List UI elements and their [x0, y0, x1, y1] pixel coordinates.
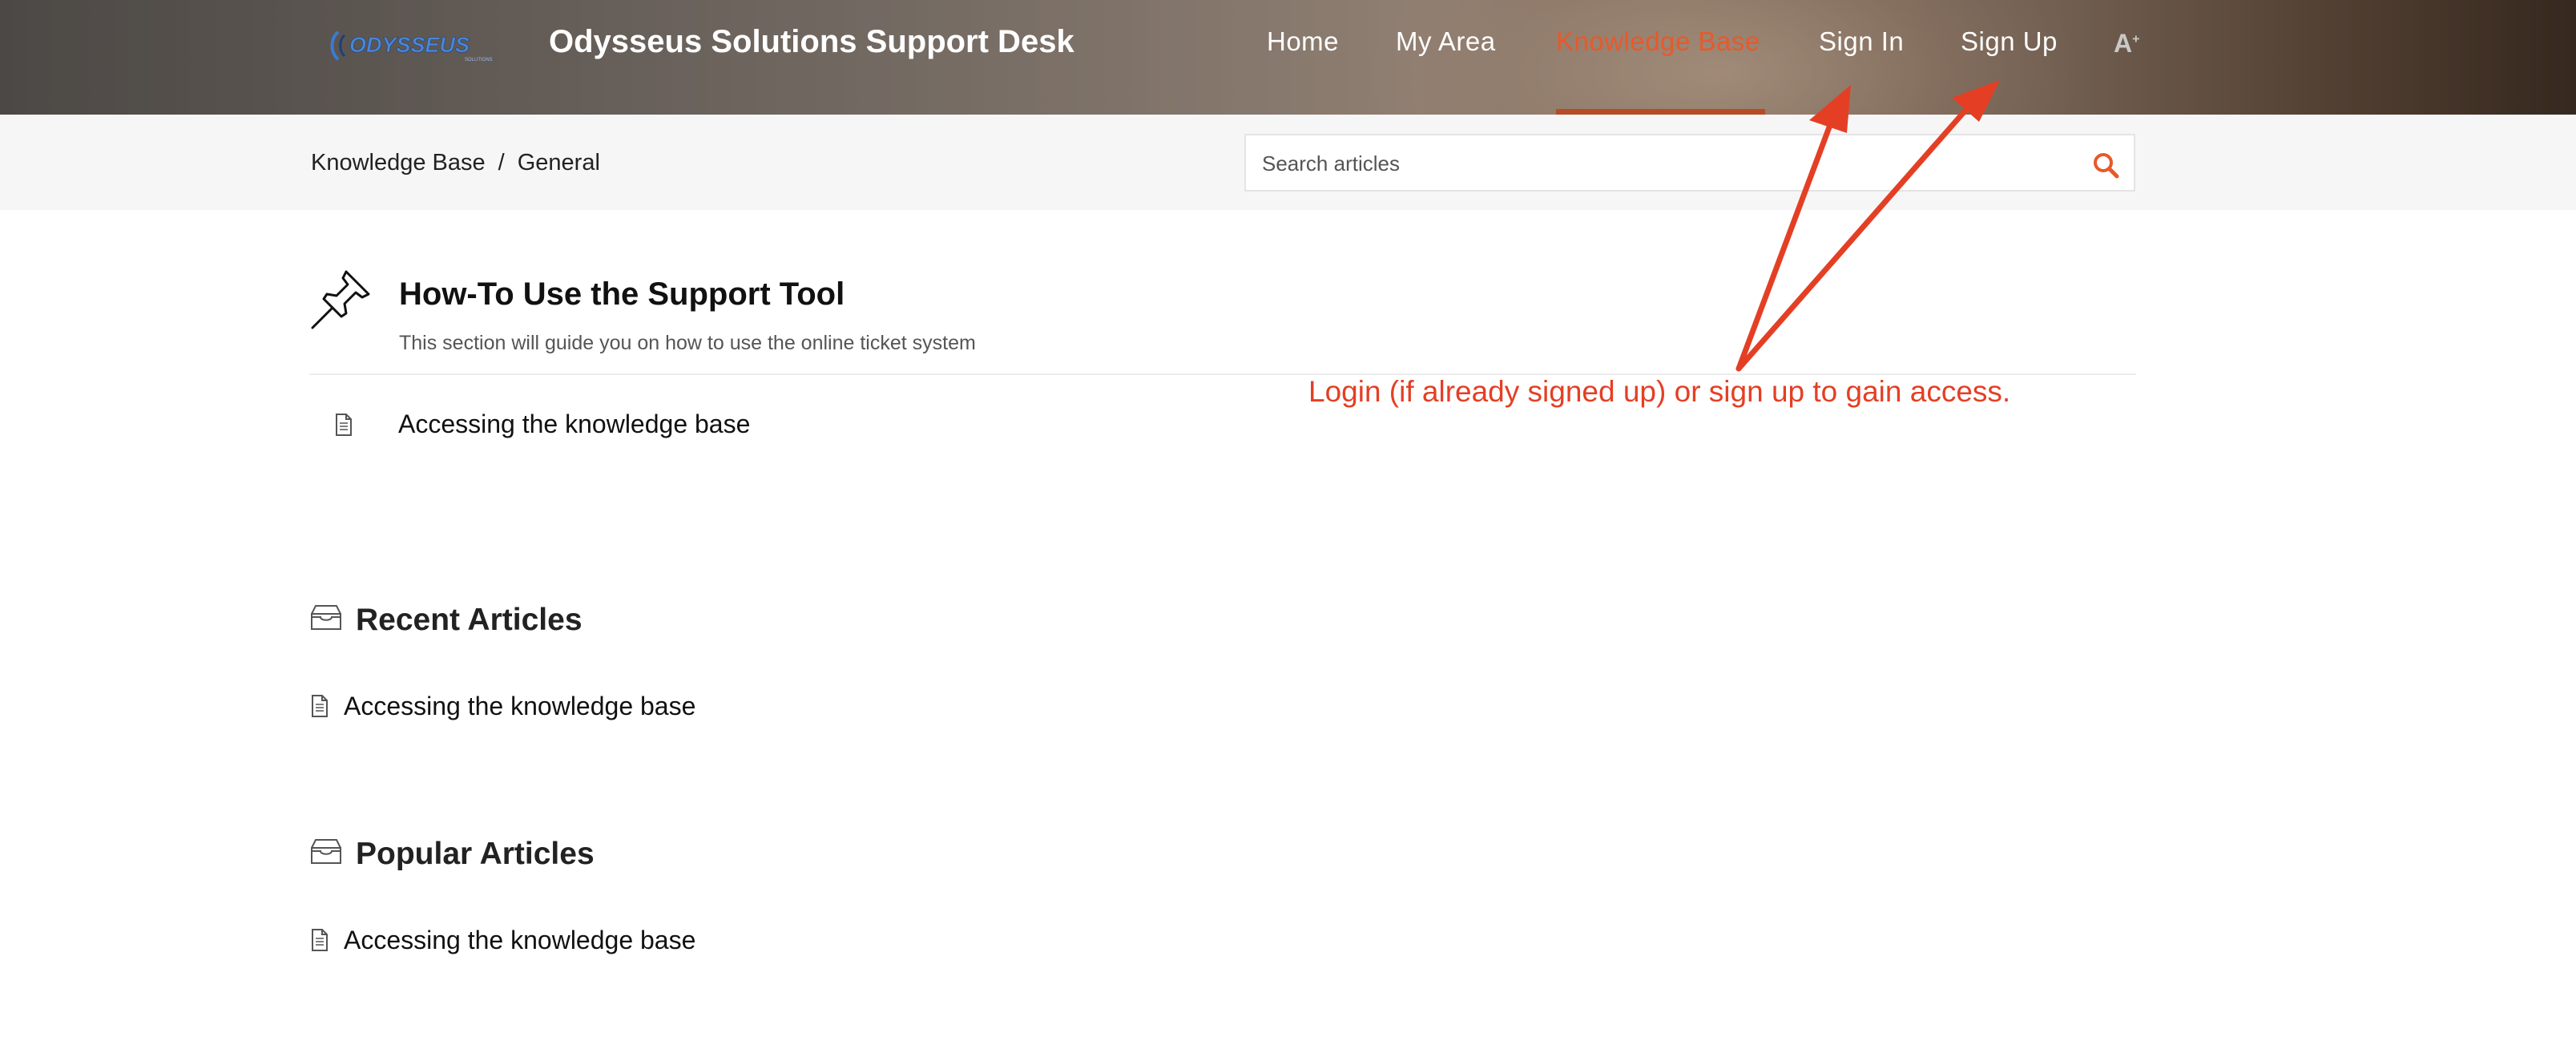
sub-header-bar: Knowledge Base / General: [0, 115, 2576, 210]
breadcrumb-knowledge-base[interactable]: Knowledge Base: [311, 150, 486, 176]
recent-article-link[interactable]: Accessing the knowledge base: [344, 692, 695, 721]
document-icon: [312, 929, 328, 951]
nav-my-area[interactable]: My Area: [1396, 26, 1496, 57]
nav-sign-in[interactable]: Sign In: [1819, 26, 1904, 57]
tray-icon: [311, 839, 341, 864]
tray-icon: [311, 605, 341, 630]
breadcrumb: Knowledge Base / General: [311, 150, 600, 176]
site-title[interactable]: Odysseus Solutions Support Desk: [549, 24, 1074, 60]
recent-articles-title: Recent Articles: [356, 603, 583, 637]
pushpin-icon: [311, 270, 370, 329]
search-icon[interactable]: [2092, 151, 2119, 179]
search-box: [1244, 134, 2135, 192]
logo-subtext: SOLUTIONS: [465, 58, 493, 63]
search-input[interactable]: [1260, 147, 2049, 180]
section-article-link[interactable]: Accessing the knowledge base: [398, 410, 750, 439]
odysseus-logo[interactable]: ODYSSEUS SOLUTIONS: [329, 26, 509, 66]
document-icon: [336, 414, 352, 436]
nav-knowledge-base[interactable]: Knowledge Base: [1556, 26, 1760, 57]
nav-sign-up[interactable]: Sign Up: [1961, 26, 2058, 57]
section-title[interactable]: How-To Use the Support Tool: [399, 276, 845, 313]
nav-home[interactable]: Home: [1267, 26, 1339, 57]
logo-wordmark: ODYSSEUS: [349, 33, 470, 57]
font-size-icon[interactable]: A+: [2114, 29, 2139, 59]
annotation-text: Login (if already signed up) or sign up …: [1308, 375, 2011, 408]
document-icon: [312, 695, 328, 717]
site-header: ODYSSEUS SOLUTIONS Odysseus Solutions Su…: [0, 0, 2576, 115]
popular-articles-title: Popular Articles: [356, 837, 595, 871]
breadcrumb-separator: /: [498, 150, 505, 176]
popular-article-link[interactable]: Accessing the knowledge base: [344, 926, 695, 955]
active-nav-indicator: [1556, 109, 1765, 115]
section-description: This section will guide you on how to us…: [399, 332, 976, 354]
breadcrumb-current: General: [517, 150, 600, 176]
